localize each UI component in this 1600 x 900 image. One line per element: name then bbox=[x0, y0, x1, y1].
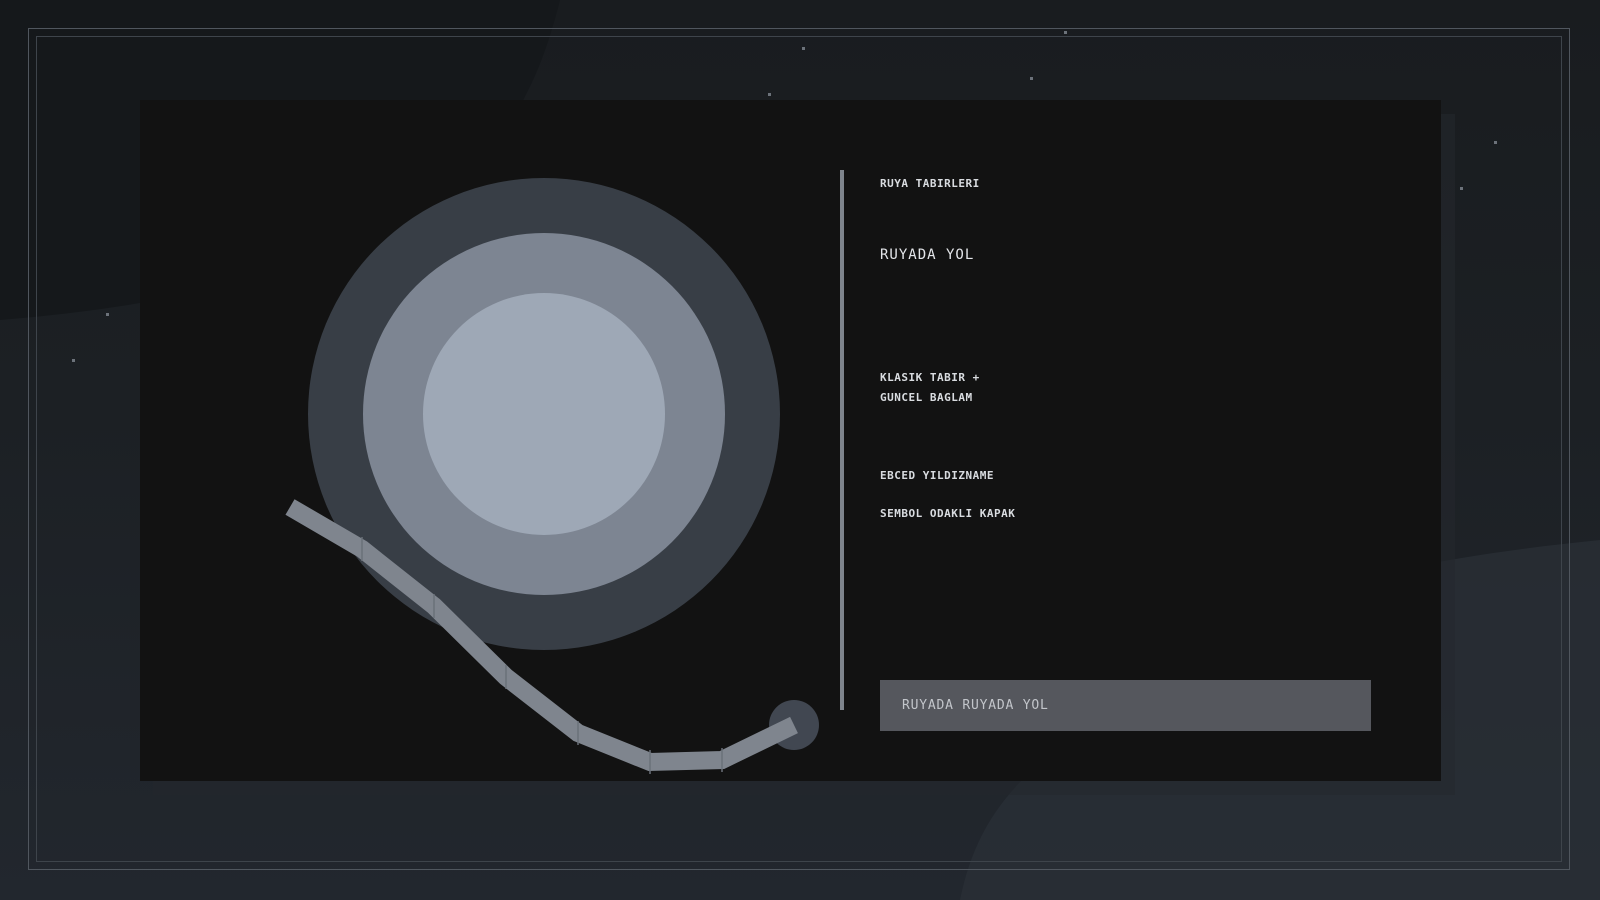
vertical-divider bbox=[840, 170, 844, 710]
moon-core bbox=[423, 293, 665, 535]
moon-road-illustration bbox=[285, 178, 819, 774]
page-title: RUYADA YOL bbox=[880, 247, 975, 263]
subtitle-line-2: GUNCEL BAGLAM bbox=[880, 391, 973, 404]
footer-label-bar: RUYADA RUYADA YOL bbox=[880, 680, 1371, 731]
footer-label-text: RUYADA RUYADA YOL bbox=[902, 698, 1049, 713]
tag-ebced: EBCED YILDIZNAME bbox=[880, 469, 994, 482]
tag-sembol: SEMBOL ODAKLI KAPAK bbox=[880, 507, 1016, 520]
subtitle-line-1: KLASIK TABIR + bbox=[880, 371, 980, 384]
cover-card: RUYA TABIRLERI RUYADA YOL KLASIK TABIR +… bbox=[140, 100, 1441, 781]
moon-icon bbox=[308, 178, 780, 650]
category-kicker: RUYA TABIRLERI bbox=[880, 177, 980, 190]
cover-stage: RUYA TABIRLERI RUYADA YOL KLASIK TABIR +… bbox=[0, 0, 1600, 900]
